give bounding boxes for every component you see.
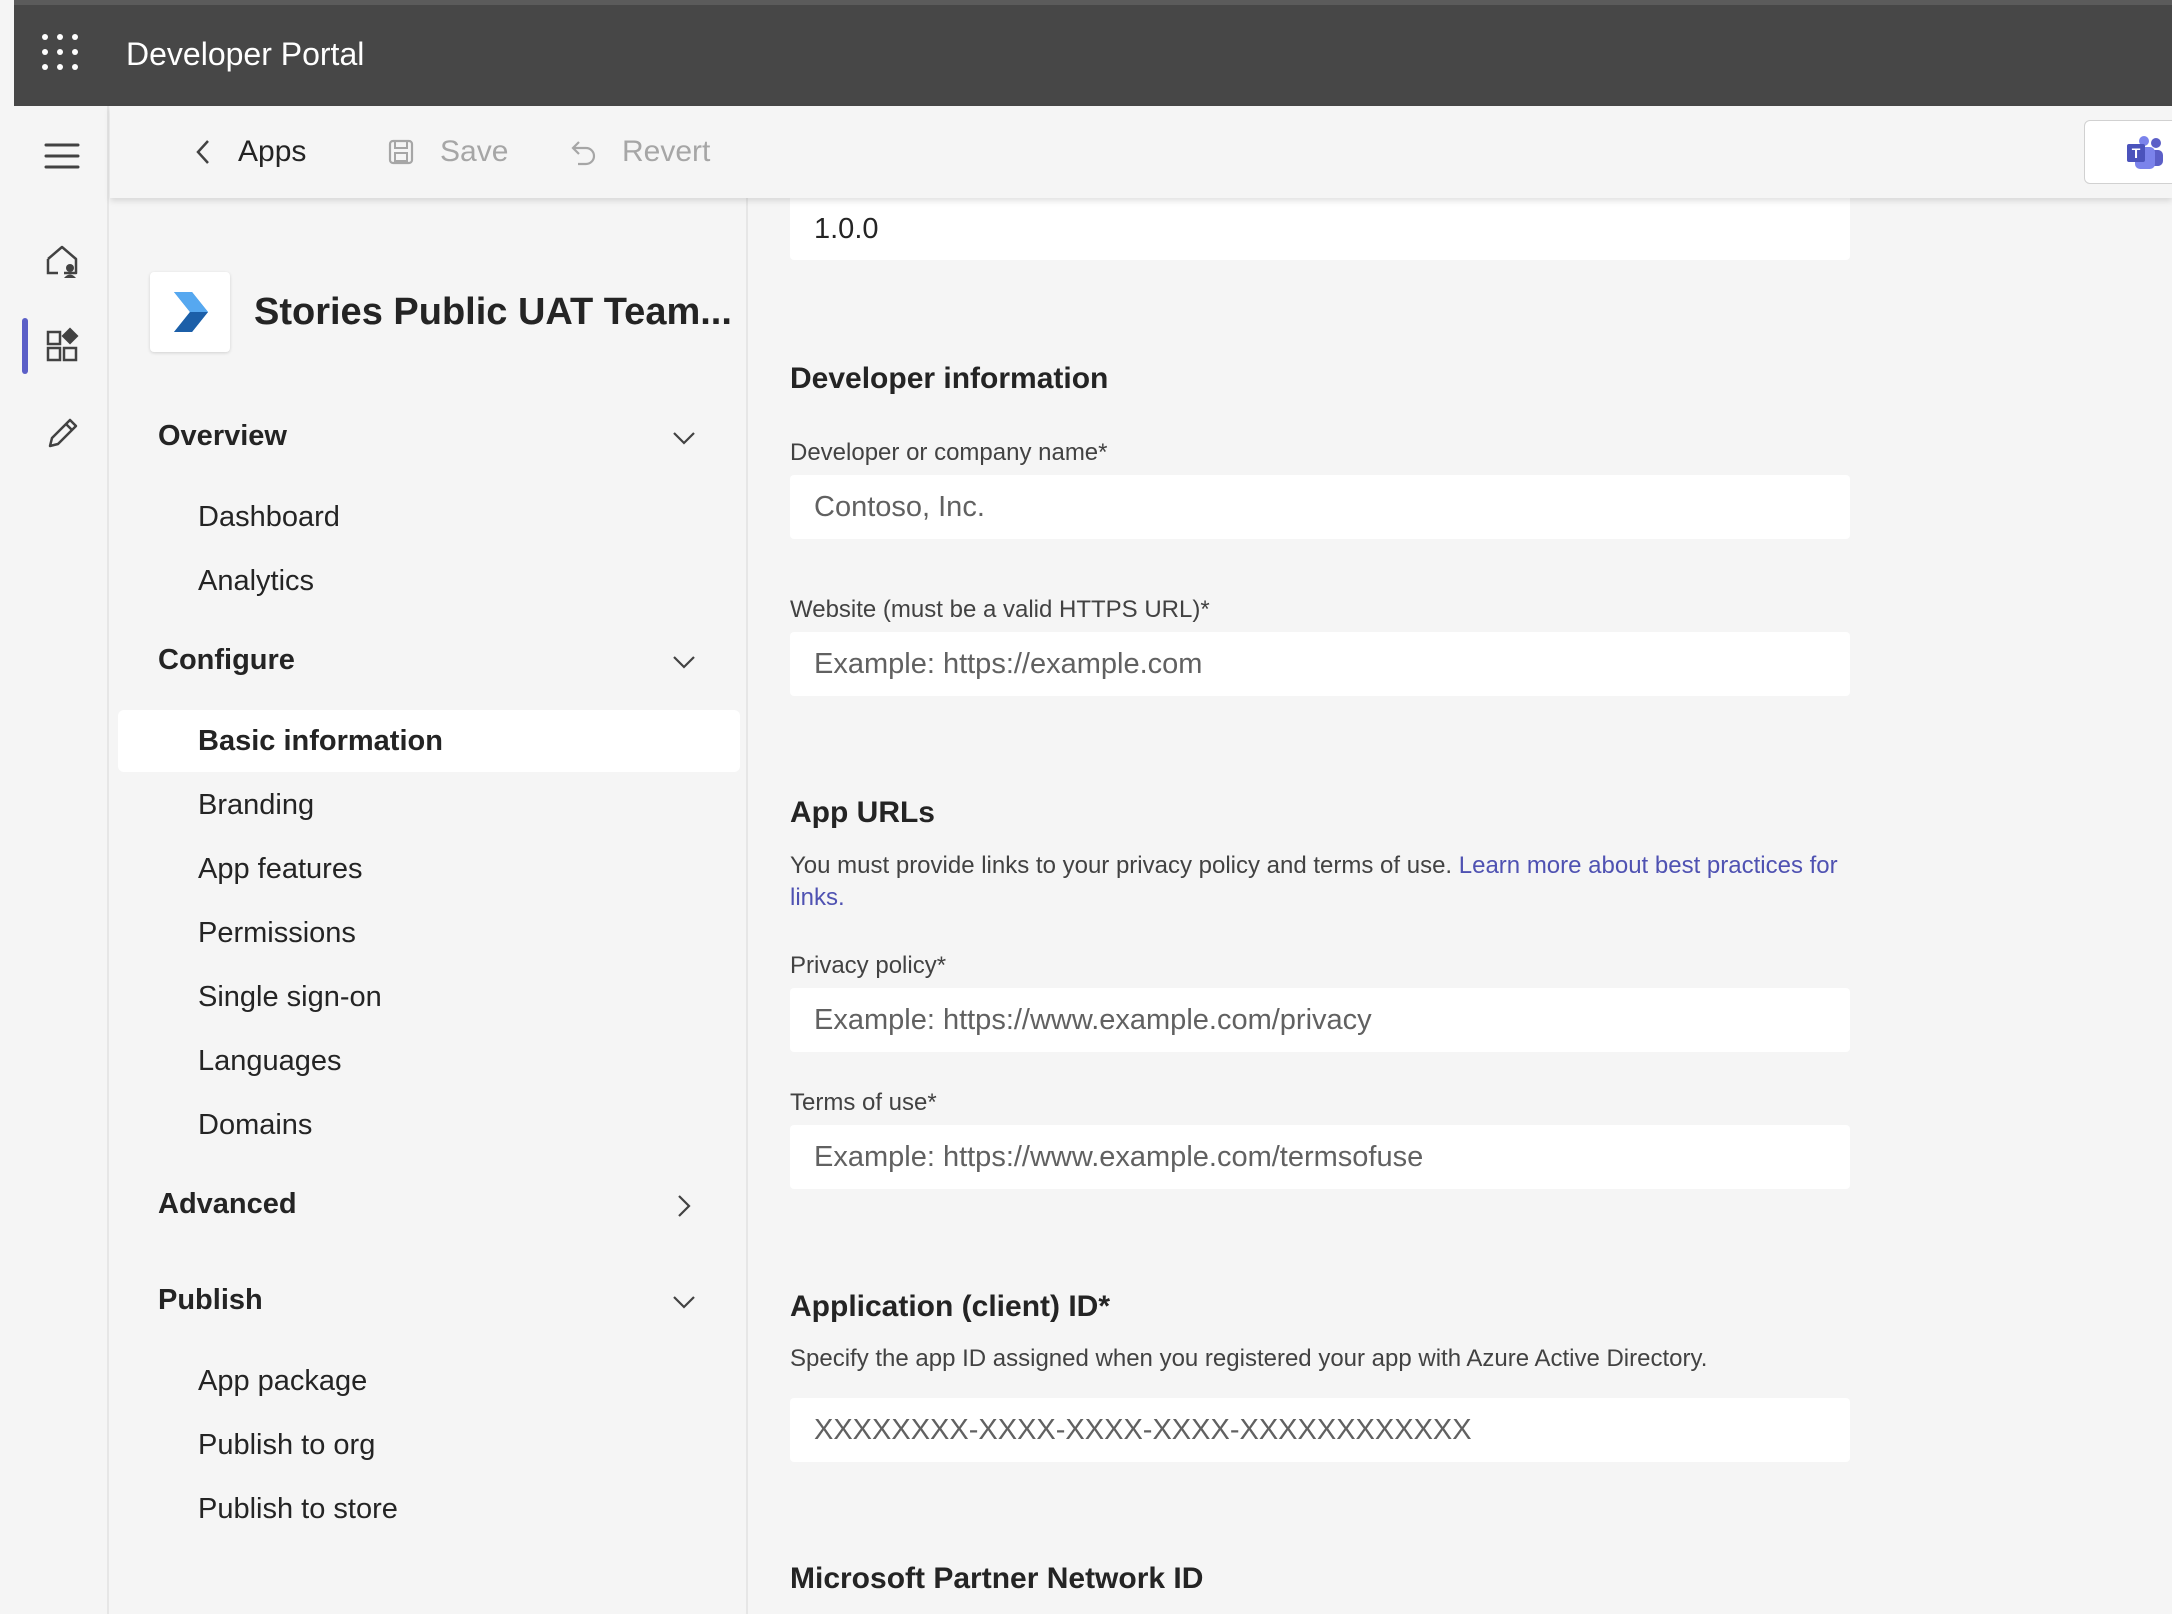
nav-item-languages[interactable]: Languages [198, 1045, 342, 1078]
terms-of-use-placeholder: Example: https://www.example.com/termsof… [814, 1140, 1424, 1173]
privacy-policy-placeholder: Example: https://www.example.com/privacy [814, 1003, 1372, 1036]
app-name: Stories Public UAT Team... [254, 291, 732, 333]
client-id-heading: Application (client) ID* [790, 1290, 1111, 1323]
home-icon[interactable] [40, 238, 84, 282]
chevron-right-icon [678, 1195, 691, 1217]
terms-of-use-label: Terms of use* [790, 1089, 937, 1116]
version-value: 1.0.0 [814, 212, 879, 245]
client-id-input[interactable]: XXXXXXXX-XXXX-XXXX-XXXX-XXXXXXXXXXXX [790, 1398, 1850, 1462]
nav-section-overview[interactable]: Overview [158, 420, 698, 460]
chevron-down-icon [673, 432, 695, 445]
app-urls-heading: App URLs [790, 796, 935, 829]
nav-item-analytics[interactable]: Analytics [198, 565, 314, 598]
nav-section-publish[interactable]: Publish [158, 1284, 698, 1324]
nav-item-publish-to-org[interactable]: Publish to org [198, 1429, 375, 1462]
section-label: Configure [158, 644, 295, 676]
nav-item-app-features[interactable]: App features [198, 853, 362, 886]
undo-icon [571, 141, 596, 166]
privacy-policy-input[interactable]: Example: https://www.example.com/privacy [790, 988, 1850, 1052]
nav-item-domains[interactable]: Domains [198, 1109, 312, 1142]
website-label: Website (must be a valid HTTPS URL)* [790, 596, 1210, 623]
chevron-left-icon [196, 140, 209, 164]
app-urls-description: You must provide links to your privacy p… [790, 852, 1838, 911]
nav-item-single-sign-on[interactable]: Single sign-on [198, 981, 382, 1014]
hamburger-menu-icon[interactable] [40, 134, 84, 178]
back-to-apps-button[interactable]: Apps [192, 106, 306, 198]
stories-logo-icon [174, 292, 208, 332]
privacy-policy-label: Privacy policy* [790, 952, 947, 979]
svg-text:T: T [2132, 145, 2141, 161]
open-in-teams-button[interactable]: T [2084, 120, 2172, 184]
section-label: Overview [158, 420, 287, 452]
website-placeholder: Example: https://example.com [814, 647, 1203, 680]
developer-info-heading: Developer information [790, 362, 1109, 395]
apps-icon[interactable] [40, 324, 84, 368]
mpn-id-heading: Microsoft Partner Network ID [790, 1562, 1204, 1595]
app-launcher-icon[interactable] [42, 34, 78, 70]
revert-label: Revert [622, 135, 711, 168]
command-bar: Apps Save Revert [110, 106, 2172, 198]
client-id-placeholder: XXXXXXXX-XXXX-XXXX-XXXX-XXXXXXXXXXXX [814, 1413, 1472, 1446]
nav-item-dashboard[interactable]: Dashboard [198, 501, 340, 534]
section-label: Advanced [158, 1188, 297, 1220]
website-input[interactable]: Example: https://example.com [790, 632, 1850, 696]
revert-button[interactable]: Revert [566, 106, 710, 198]
app-nav-panel [110, 198, 748, 1614]
portal-title: Developer Portal [126, 36, 365, 72]
client-id-description: Specify the app ID assigned when you reg… [790, 1345, 1708, 1372]
rail-active-indicator [22, 318, 28, 374]
edit-pencil-icon[interactable] [40, 412, 84, 456]
nav-item-permissions[interactable]: Permissions [198, 917, 356, 950]
company-name-input[interactable]: Contoso, Inc. [790, 475, 1850, 539]
save-button[interactable]: Save [386, 106, 508, 198]
terms-of-use-input[interactable]: Example: https://www.example.com/termsof… [790, 1125, 1850, 1189]
nav-item-basic-information[interactable]: Basic information [198, 725, 443, 758]
company-name-label: Developer or company name* [790, 439, 1108, 466]
chevron-down-icon [673, 1296, 695, 1309]
save-label: Save [440, 135, 509, 168]
nav-item-branding[interactable]: Branding [198, 789, 314, 822]
nav-section-advanced[interactable]: Advanced [158, 1188, 698, 1228]
section-label: Publish [158, 1284, 263, 1316]
nav-item-app-package[interactable]: App package [198, 1365, 367, 1398]
teams-icon: T [2127, 136, 2163, 169]
chevron-down-icon [673, 656, 695, 669]
nav-section-configure[interactable]: Configure [158, 644, 698, 684]
nav-item-publish-to-store[interactable]: Publish to store [198, 1493, 398, 1526]
version-field[interactable]: 1.0.0 [790, 198, 1850, 260]
back-label: Apps [238, 135, 307, 168]
save-icon [388, 139, 414, 165]
company-name-value: Contoso, Inc. [814, 490, 985, 523]
app-logo [150, 272, 230, 352]
